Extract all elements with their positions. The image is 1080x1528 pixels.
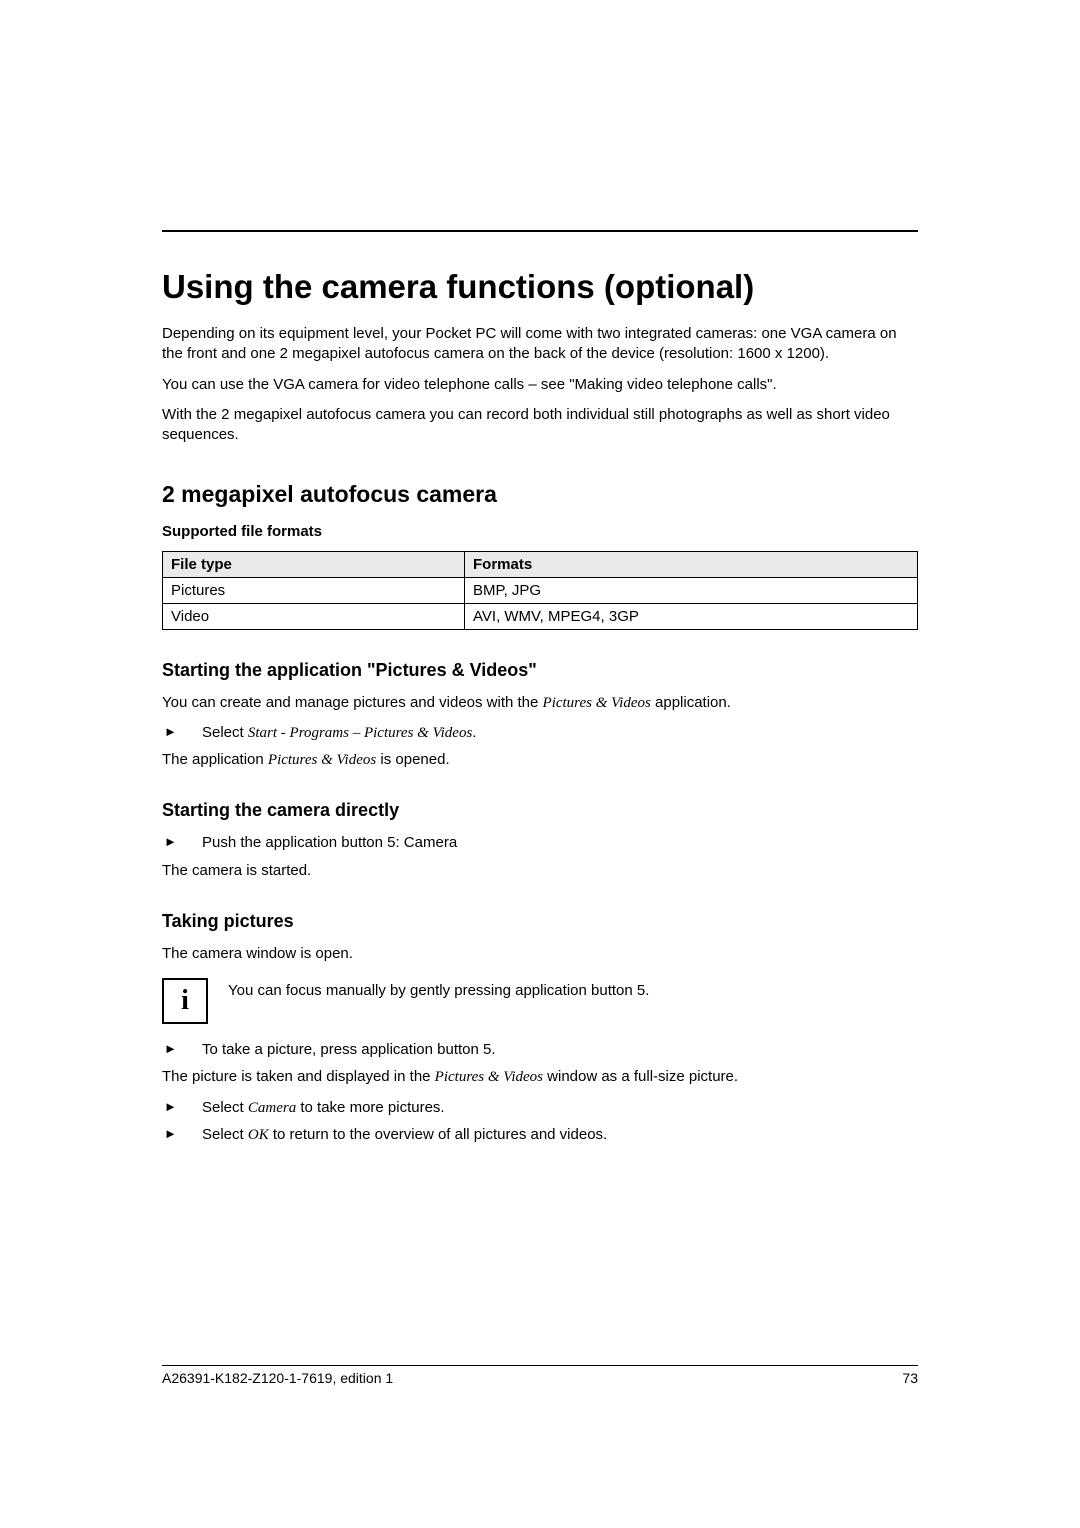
table-cell: Video bbox=[163, 603, 465, 629]
info-callout: i You can focus manually by gently press… bbox=[162, 978, 918, 1024]
footer-rule bbox=[162, 1365, 918, 1366]
camera-open-text: The camera window is open. bbox=[162, 944, 918, 964]
formats-table: File type Formats Pictures BMP, JPG Vide… bbox=[162, 551, 918, 630]
top-rule bbox=[162, 230, 918, 232]
subheading-taking-pictures: Taking pictures bbox=[162, 911, 918, 932]
intro-paragraph-3: With the 2 megapixel autofocus camera yo… bbox=[162, 405, 918, 446]
table-header-formats: Formats bbox=[465, 551, 918, 577]
step-item: To take a picture, press application but… bbox=[162, 1040, 918, 1060]
table-cell: BMP, JPG bbox=[465, 577, 918, 603]
table-cell: AVI, WMV, MPEG4, 3GP bbox=[465, 603, 918, 629]
intro-paragraph-1: Depending on its equipment level, your P… bbox=[162, 324, 918, 365]
start-direct-result: The camera is started. bbox=[162, 861, 918, 881]
table-caption: Supported file formats bbox=[162, 522, 918, 542]
ui-label: OK bbox=[248, 1127, 269, 1143]
info-icon: i bbox=[162, 978, 208, 1024]
step-item: Select Camera to take more pictures. bbox=[162, 1098, 918, 1118]
app-name: Pictures & Videos bbox=[543, 695, 651, 711]
start-app-result: The application Pictures & Videos is ope… bbox=[162, 750, 918, 770]
page-footer: A26391-K182-Z120-1-7619, edition 1 73 bbox=[162, 1365, 918, 1386]
text: is opened. bbox=[376, 751, 449, 768]
text: application. bbox=[651, 694, 731, 711]
text: The picture is taken and displayed in th… bbox=[162, 1068, 435, 1085]
section-heading-camera: 2 megapixel autofocus camera bbox=[162, 481, 918, 508]
table-cell: Pictures bbox=[163, 577, 465, 603]
intro-paragraph-2: You can use the VGA camera for video tel… bbox=[162, 375, 918, 395]
picture-taken-text: The picture is taken and displayed in th… bbox=[162, 1067, 918, 1087]
page-title: Using the camera functions (optional) bbox=[162, 268, 918, 306]
step-item: Select Start - Programs – Pictures & Vid… bbox=[162, 723, 918, 743]
app-name: Pictures & Videos bbox=[435, 1069, 543, 1085]
footer-doc-id: A26391-K182-Z120-1-7619, edition 1 bbox=[162, 1370, 393, 1386]
step-item: Push the application button 5: Camera bbox=[162, 833, 918, 853]
table-row: Video AVI, WMV, MPEG4, 3GP bbox=[163, 603, 918, 629]
text: Select bbox=[202, 1099, 248, 1116]
text: to take more pictures. bbox=[296, 1099, 444, 1116]
footer-page-number: 73 bbox=[902, 1370, 918, 1386]
text: The application bbox=[162, 751, 268, 768]
text: You can create and manage pictures and v… bbox=[162, 694, 543, 711]
text: Select bbox=[202, 724, 248, 741]
table-header-filetype: File type bbox=[163, 551, 465, 577]
text: . bbox=[472, 724, 476, 741]
subheading-start-direct: Starting the camera directly bbox=[162, 800, 918, 821]
table-row: Pictures BMP, JPG bbox=[163, 577, 918, 603]
text: to return to the overview of all picture… bbox=[269, 1126, 608, 1143]
page-body: Using the camera functions (optional) De… bbox=[162, 0, 918, 1145]
step-item: Select OK to return to the overview of a… bbox=[162, 1125, 918, 1145]
text: window as a full-size picture. bbox=[543, 1068, 738, 1085]
menu-path: Start - Programs – Pictures & Videos bbox=[248, 725, 472, 741]
ui-label: Camera bbox=[248, 1100, 296, 1116]
start-app-intro: You can create and manage pictures and v… bbox=[162, 693, 918, 713]
app-name: Pictures & Videos bbox=[268, 752, 376, 768]
info-text: You can focus manually by gently pressin… bbox=[228, 978, 649, 999]
text: Select bbox=[202, 1126, 248, 1143]
subheading-start-app: Starting the application "Pictures & Vid… bbox=[162, 660, 918, 681]
